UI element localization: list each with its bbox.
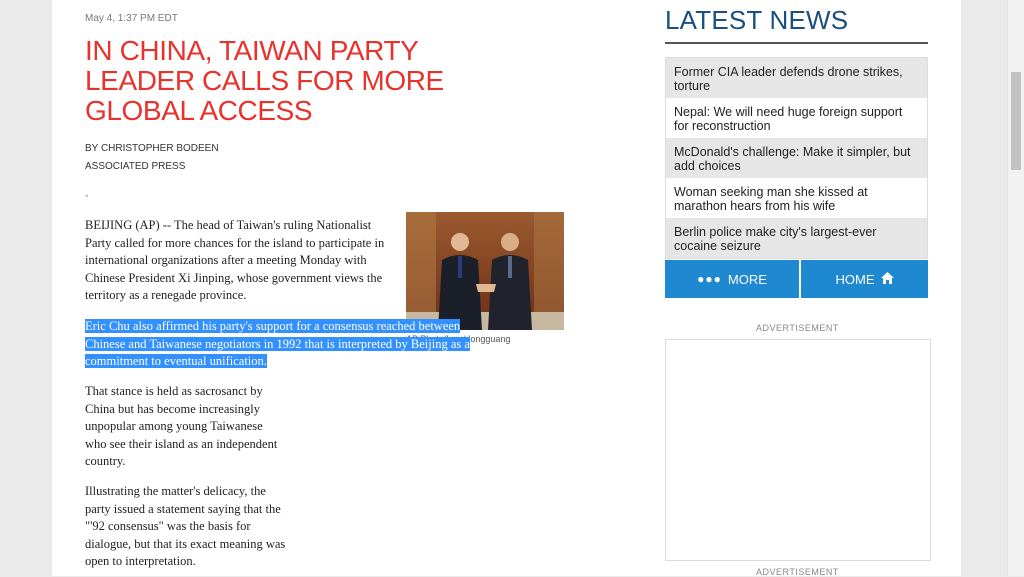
latest-news-divider	[665, 42, 928, 44]
more-button-label: MORE	[727, 271, 767, 287]
dots-icon: ●●●	[697, 272, 722, 286]
latest-news-title: LATEST NEWS	[665, 5, 849, 35]
advertisement-label: ADVERTISEMENT	[756, 323, 839, 333]
latest-news-list: Former CIA leader defends drone strikes,…	[665, 57, 928, 259]
article-paragraph-3: That stance is held as sacrosanct by Chi…	[85, 384, 278, 468]
article-paragraph-4: Illustrating the matter's delicacy, the …	[85, 484, 286, 568]
article-agency: ASSOCIATED PRESS	[85, 161, 186, 172]
article-headline: IN CHINA, TAIWAN PARTY LEADER CALLS FOR …	[85, 35, 444, 126]
scrollbar-thumb[interactable]	[1011, 72, 1021, 170]
news-buttons: ●●● MORE HOME	[665, 260, 928, 298]
photo-image	[406, 212, 564, 330]
news-item[interactable]: McDonald's challenge: Make it simpler, b…	[666, 138, 927, 178]
news-item[interactable]: Berlin police make city's largest-ever c…	[666, 218, 927, 258]
advertisement-box[interactable]	[665, 339, 931, 561]
small-mark: °	[85, 193, 89, 203]
more-button[interactable]: ●●● MORE	[665, 260, 799, 298]
article-dateline: May 4, 1:37 PM EDT	[85, 13, 178, 24]
news-item[interactable]: Nepal: We will need huge foreign support…	[666, 98, 927, 138]
news-item[interactable]: Former CIA leader defends drone strikes,…	[666, 58, 927, 98]
home-button-label: HOME	[835, 271, 875, 287]
article-byline: BY CHRISTOPHER BODEEN	[85, 143, 219, 154]
home-button[interactable]: HOME	[801, 260, 928, 298]
article-paragraph-1: BEIJING (AP) -- The head of Taiwan's rul…	[85, 218, 385, 302]
article-photo[interactable]	[406, 212, 564, 330]
selected-text: Eric Chu also affirmed his party's suppo…	[85, 319, 470, 368]
news-item[interactable]: Woman seeking man she kissed at marathon…	[666, 178, 927, 218]
home-icon	[880, 271, 894, 287]
article-paragraph-2: Eric Chu also affirmed his party's suppo…	[85, 318, 497, 371]
